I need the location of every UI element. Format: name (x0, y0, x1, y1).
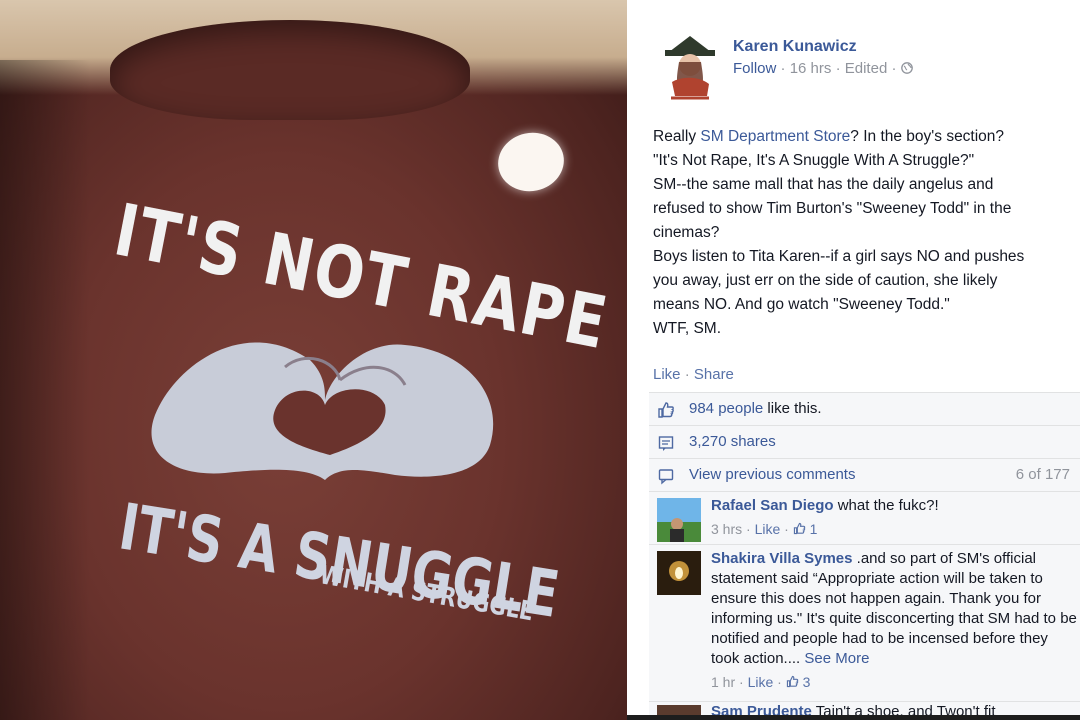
post-actions: Like · Share (653, 366, 734, 383)
commenter-avatar[interactable] (657, 498, 701, 542)
comment-body: Shakira Villa Symes .and so part of SM's… (711, 549, 1077, 692)
meta-sep: · (784, 521, 789, 537)
comment-text: what the fukc?! (833, 497, 939, 514)
likes-row: 984 people like this. (649, 393, 1080, 426)
like-icon (793, 522, 805, 535)
post-panel: Karen Kunawicz Follow · 16 hrs · Edited … (627, 0, 1080, 715)
commenter-name[interactable]: Shakira Villa Symes (711, 550, 852, 567)
author-avatar[interactable] (657, 30, 723, 102)
post-line: refused to show Tim Burton's "Sweeney To… (653, 200, 1012, 217)
comment-time[interactable]: 3 hrs (711, 521, 742, 537)
likes-suffix: like this. (763, 400, 822, 417)
globe-icon[interactable] (900, 62, 913, 74)
comment-meta: 3 hrs · Like · 1 (711, 519, 1077, 539)
like-link[interactable]: Like (653, 366, 681, 383)
meta-sep: · (746, 521, 751, 537)
comment-pager-count: 6 of 177 (1015, 466, 1070, 483)
like-icon (658, 402, 674, 418)
post-line: means NO. And go watch "Sweeney Todd." (653, 296, 950, 313)
post-time[interactable]: 16 hrs (790, 60, 832, 77)
meta-sep: · (780, 60, 786, 77)
shirt-collar (110, 20, 470, 120)
comment-like-count[interactable]: 3 (803, 674, 811, 690)
commenter-name[interactable]: Sam Prudente (711, 703, 812, 715)
post-meta: Follow · 16 hrs · Edited · (733, 60, 913, 77)
meta-sep: · (835, 60, 841, 77)
post-line: Boys listen to Tita Karen--if a girl say… (653, 248, 1025, 265)
comment-item: Shakira Villa Symes .and so part of SM's… (649, 545, 1080, 702)
commenter-avatar[interactable] (657, 551, 701, 595)
commenter-name[interactable]: Rafael San Diego (711, 497, 834, 514)
post-text-fragment: ? In the boy's section? (850, 128, 1005, 145)
comment-like-count[interactable]: 1 (810, 521, 818, 537)
author-name[interactable]: Karen Kunawicz (733, 38, 857, 56)
meta-sep: · (739, 674, 744, 690)
ufi-feedback: 984 people like this. 3,270 shares View … (649, 392, 1080, 715)
commenter-avatar[interactable] (657, 705, 701, 715)
heart-hands-graphic (151, 342, 494, 480)
post-header: Karen Kunawicz Follow · 16 hrs · Edited … (657, 30, 1077, 105)
post-line: cinemas? (653, 224, 720, 241)
post-line: you away, just err on the side of cautio… (653, 272, 998, 289)
comment-like-link[interactable]: Like (755, 521, 781, 537)
see-more-link[interactable]: See More (804, 650, 869, 667)
action-sep: · (684, 366, 690, 383)
comment-like-link[interactable]: Like (748, 674, 774, 690)
page-mention-link[interactable]: SM Department Store (700, 128, 850, 145)
post-text-fragment: Really (653, 128, 701, 145)
likes-summary: 984 people like this. (689, 400, 822, 417)
share-link[interactable]: Share (694, 366, 734, 383)
comment-meta: 1 hr · Like · 3 (711, 672, 1077, 692)
like-icon (786, 675, 798, 688)
light-flare (492, 126, 570, 198)
comment-icon (658, 469, 674, 485)
shares-link[interactable]: 3,270 shares (689, 433, 776, 450)
previous-comments-row: View previous comments 6 of 177 (649, 459, 1080, 492)
post-line: "It's Not Rape, It's A Snuggle With A St… (653, 152, 975, 169)
photo-shadow (0, 60, 90, 720)
post-line: SM--the same mall that has the daily ang… (653, 176, 994, 193)
shares-row: 3,270 shares (649, 426, 1080, 459)
edited-label[interactable]: Edited (845, 60, 888, 77)
post-line: WTF, SM. (653, 320, 722, 337)
comment-body: Rafael San Diego what the fukc?! 3 hrs ·… (711, 496, 1077, 539)
post-body: Really SM Department Store? In the boy's… (653, 125, 1073, 341)
share-icon (658, 436, 674, 451)
meta-sep: · (891, 60, 897, 77)
post-photo[interactable]: IT'S NOT RAPE IT'S A SNUGGLE WITH A STRU… (0, 0, 627, 720)
meta-sep: · (777, 674, 782, 690)
view-previous-comments-link[interactable]: View previous comments (689, 466, 855, 483)
comment-item-partial: Sam Prudente Tain't a shoe, and Twon't f… (711, 703, 996, 715)
comment-time[interactable]: 1 hr (711, 674, 735, 690)
post-line: Really SM Department Store? In the boy's… (653, 125, 1073, 149)
likers-link[interactable]: 984 people (689, 400, 763, 417)
comment-text: .and so part of SM's official statement … (711, 550, 1077, 667)
comment-item: Rafael San Diego what the fukc?! 3 hrs ·… (649, 492, 1080, 545)
comment-text: Tain't a shoe, and Twon't fit (811, 703, 996, 715)
follow-link[interactable]: Follow (733, 60, 776, 77)
